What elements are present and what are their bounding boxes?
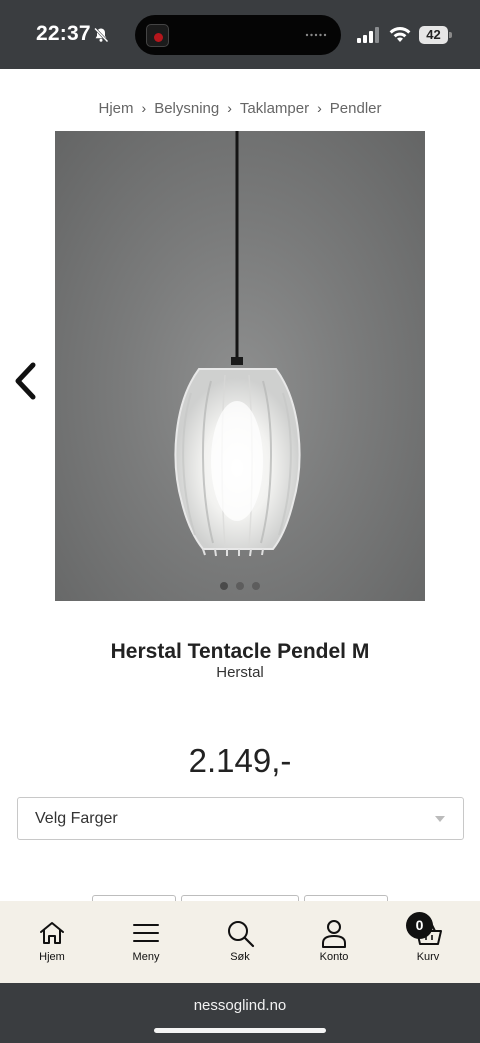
breadcrumb: Hjem › Belysning › Taklamper › Pendler xyxy=(0,100,480,117)
battery-level: 42 xyxy=(419,26,448,44)
dynamic-island xyxy=(135,15,341,55)
signal-icon xyxy=(357,27,379,43)
browser-url-bar[interactable]: nessoglind.no xyxy=(0,983,480,1043)
nav-item-konto[interactable]: Konto xyxy=(289,901,379,983)
status-bar: 22:37 42 xyxy=(0,0,480,69)
nav-label: Søk xyxy=(230,951,250,963)
now-playing-app-icon xyxy=(146,24,169,47)
bell-slash-icon xyxy=(94,27,109,43)
wifi-icon xyxy=(389,27,411,42)
breadcrumb-item-taklamper[interactable]: Taklamper xyxy=(240,100,309,117)
pendant-lamp-image xyxy=(174,131,301,557)
nav-label: Kurv xyxy=(416,951,440,963)
cart-count-badge: 0 xyxy=(406,912,433,939)
home-icon xyxy=(40,922,64,944)
home-indicator[interactable] xyxy=(154,1028,326,1033)
url-text[interactable]: nessoglind.no xyxy=(0,997,480,1014)
menu-icon xyxy=(133,924,159,942)
product-brand[interactable]: Herstal xyxy=(0,664,480,681)
breadcrumb-separator: › xyxy=(141,100,147,116)
breadcrumb-separator: › xyxy=(227,100,232,116)
nav-label: Meny xyxy=(132,951,160,963)
nav-label: Konto xyxy=(319,951,349,963)
nav-item-sok[interactable]: Søk xyxy=(195,901,285,983)
carousel-dot[interactable] xyxy=(236,582,244,590)
product-image[interactable] xyxy=(55,131,425,601)
breadcrumb-item-belysning[interactable]: Belysning xyxy=(154,100,219,117)
nav-item-hjem[interactable]: Hjem xyxy=(7,901,97,983)
carousel-dot[interactable] xyxy=(252,582,260,590)
account-icon xyxy=(322,920,346,948)
chevron-left-icon[interactable] xyxy=(12,362,38,400)
breadcrumb-separator: › xyxy=(317,100,322,116)
carousel-dots xyxy=(55,577,425,595)
nav-label: Hjem xyxy=(39,951,65,963)
status-time: 22:37 xyxy=(36,22,91,45)
product-price: 2.149,- xyxy=(188,742,292,779)
battery-icon: 42 xyxy=(419,26,452,44)
color-select-value: Velg Farger xyxy=(35,810,118,827)
product-title: Herstal Tentacle Pendel M xyxy=(110,640,370,663)
carousel-dot[interactable] xyxy=(220,582,228,590)
breadcrumb-item-hjem[interactable]: Hjem xyxy=(99,100,134,117)
activity-dots-icon xyxy=(305,33,327,37)
breadcrumb-item-pendler[interactable]: Pendler xyxy=(330,100,382,117)
bottom-nav: Hjem Meny Søk Konto Kurv xyxy=(0,901,480,983)
color-select[interactable]: Velg Farger xyxy=(17,797,464,840)
search-icon xyxy=(228,921,255,948)
nav-item-kurv[interactable]: Kurv xyxy=(383,901,473,983)
nav-item-meny[interactable]: Meny xyxy=(101,901,191,983)
chevron-down-icon xyxy=(435,816,445,822)
